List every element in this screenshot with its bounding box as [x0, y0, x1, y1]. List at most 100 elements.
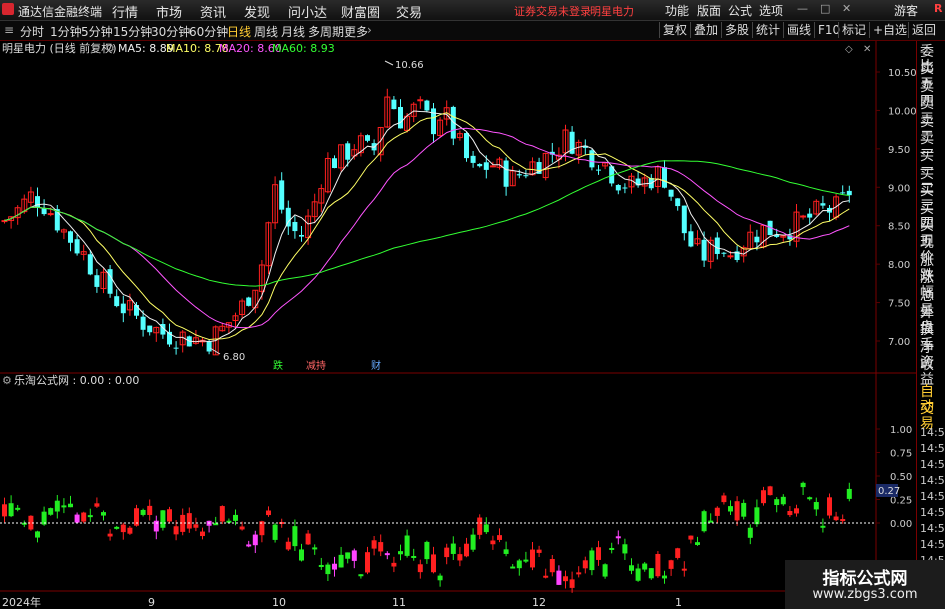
ind-bar: [358, 574, 364, 577]
watermark-title: 指标公式网: [822, 569, 908, 589]
ind-bar: [114, 526, 120, 529]
btn-zixuan[interactable]: +自选: [869, 22, 910, 38]
r-logo-icon: R: [934, 2, 943, 15]
candle-body-down: [68, 231, 73, 243]
indicator-axis: 1.00 0.75 0.50 0.25 0.00: [876, 425, 912, 530]
ind-bar: [252, 534, 258, 546]
period-multi[interactable]: 多周期: [308, 23, 344, 40]
event-tag-cai[interactable]: 财: [371, 359, 381, 372]
time-label-11: 11: [392, 596, 406, 609]
candle-body-down: [668, 189, 674, 197]
current-stock-name: 明星电力: [590, 5, 634, 18]
guest-user[interactable]: 游客: [894, 2, 918, 19]
stock-label: 明星电力 (日线 前复权): [2, 41, 117, 55]
menu-banmian[interactable]: 版面: [697, 2, 721, 19]
event-tag-jianchi[interactable]: 减持: [306, 359, 326, 372]
event-tag-die[interactable]: 跌: [273, 359, 283, 372]
period-more[interactable]: 更多: [344, 23, 368, 40]
side-panel-time: 14:56: [920, 442, 945, 455]
btn-biaoji[interactable]: 标记: [838, 22, 869, 38]
ind-bar: [675, 548, 681, 558]
candle-body-down: [622, 187, 628, 189]
candle-body-down: [516, 174, 522, 176]
price-tick-label: 8.00: [888, 260, 910, 271]
ind-bar: [338, 554, 344, 568]
btn-fanhui[interactable]: 返回: [908, 22, 939, 38]
period-15min[interactable]: 15分钟: [113, 23, 152, 40]
chevron-right-icon[interactable]: ›: [367, 23, 372, 37]
diamond-icon[interactable]: ◇: [845, 44, 853, 55]
quote-side-panel: 委比 卖五 卖四 卖三 卖二 卖一 买一 买二 买三 买四 买五 现价 涨跌 涨幅 总量 外盘 换手 净资 收益 自动…: [916, 41, 945, 609]
menu-wenxiaoda[interactable]: 问小达: [288, 2, 327, 21]
indicator-gear-icon[interactable]: ⚙: [2, 374, 12, 387]
ind-bar: [54, 500, 60, 512]
ind-bar: [94, 503, 100, 507]
ind-bar: [820, 525, 826, 528]
period-fenshi[interactable]: 分时: [20, 23, 44, 40]
btn-huaxian[interactable]: 画线: [783, 22, 814, 38]
restore-icon[interactable]: □: [820, 2, 830, 15]
period-weekly[interactable]: 周线: [254, 23, 278, 40]
ind-bar: [213, 523, 219, 526]
menu-hangqing[interactable]: 行情: [112, 2, 138, 21]
btn-fuquan[interactable]: 复权: [659, 22, 690, 38]
ind-bar: [384, 553, 390, 556]
expand-icon[interactable]: ≡: [4, 23, 14, 37]
menu-gongneng[interactable]: 功能: [665, 2, 689, 19]
period-monthly[interactable]: 月线: [281, 23, 305, 40]
period-30min[interactable]: 30分钟: [151, 23, 190, 40]
ind-bar: [681, 568, 687, 571]
menu-shichang[interactable]: 市场: [156, 2, 182, 21]
candle-body-down: [688, 231, 694, 247]
ind-bar: [721, 495, 727, 503]
side-panel-time: 14:56: [920, 538, 945, 551]
ind-bar: [846, 488, 852, 499]
kline-chart-area[interactable]: 明星电力 (日线 前复权) ⚙ MA5: 8.89 MA10: 8.78 MA2…: [0, 41, 916, 609]
period-1min[interactable]: 1分钟: [50, 23, 82, 40]
candle-body-down: [398, 106, 403, 129]
candle-body-down: [279, 180, 285, 210]
ind-bar: [312, 547, 318, 550]
candle-body-up: [1, 220, 8, 223]
ind-bar: [569, 579, 575, 588]
btn-tongji[interactable]: 统计: [752, 22, 783, 38]
menu-zixun[interactable]: 资讯: [200, 2, 226, 21]
ind-tick-label: 0.50: [890, 472, 912, 483]
ind-bar: [160, 510, 166, 528]
menu-jiaoyi[interactable]: 交易: [396, 2, 422, 21]
ind-bar: [266, 510, 271, 516]
period-60min[interactable]: 60分钟: [189, 23, 228, 40]
ind-bar: [774, 499, 780, 506]
ind-bar: [813, 502, 819, 510]
menu-gongshi[interactable]: 公式: [728, 2, 752, 19]
btn-duogu[interactable]: 多股: [721, 22, 752, 38]
ind-bar: [490, 540, 496, 545]
btn-diejia[interactable]: 叠加: [690, 22, 721, 38]
ind-bar: [747, 527, 753, 538]
candle-body-down: [365, 135, 370, 141]
period-daily[interactable]: 日线: [227, 23, 251, 40]
ind-bar: [140, 509, 146, 515]
close-pane-icon[interactable]: ✕: [863, 44, 871, 55]
side-panel-time: 14:56: [920, 458, 945, 471]
ind-bar: [734, 501, 740, 521]
app-logo-icon: [2, 3, 14, 15]
ind-bar: [589, 550, 595, 571]
ind-bar: [582, 560, 588, 569]
menu-faxian[interactable]: 发现: [244, 2, 270, 21]
ind-bar: [497, 535, 502, 540]
price-tick-label: 9.00: [888, 183, 910, 194]
menu-xuanxiang[interactable]: 选项: [759, 2, 783, 19]
menu-caifuquan[interactable]: 财富圈: [341, 2, 380, 21]
side-panel-time: 14:56: [920, 490, 945, 503]
menu-bar: 通达信金融终端 行情 市场 资讯 发现 问小达 财富圈 交易 证券交易未登录 明…: [0, 0, 945, 21]
login-notice[interactable]: 证券交易未登录: [514, 3, 591, 19]
candle-body-up: [47, 213, 54, 216]
ind-bar: [193, 524, 199, 528]
candle-body-down: [662, 167, 667, 188]
minimize-icon[interactable]: —: [797, 2, 808, 15]
close-icon[interactable]: ✕: [842, 2, 851, 15]
period-5min[interactable]: 5分钟: [81, 23, 113, 40]
ind-bar: [556, 570, 562, 585]
settings-gear-icon[interactable]: ⚙: [105, 42, 115, 55]
